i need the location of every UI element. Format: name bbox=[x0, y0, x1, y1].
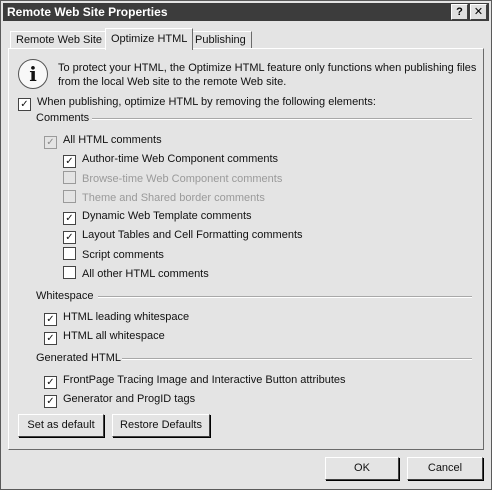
all-html-comments-label: All HTML comments bbox=[63, 134, 162, 146]
window-title: Remote Web Site Properties bbox=[7, 5, 168, 19]
optimize-html-label: When publishing, optimize HTML by removi… bbox=[37, 96, 376, 108]
ok-button[interactable]: OK bbox=[325, 457, 399, 480]
tab-publishing[interactable]: Publishing bbox=[189, 31, 252, 49]
all-html-comments-option[interactable]: ✓ All HTML comments bbox=[44, 133, 162, 149]
theme-border-comments-option[interactable]: Theme and Shared border comments bbox=[63, 190, 265, 204]
checkbox-other-comments[interactable] bbox=[63, 266, 76, 279]
tracing-image-label: FrontPage Tracing Image and Interactive … bbox=[63, 374, 346, 386]
checkbox-optimize-html[interactable]: ✓ bbox=[18, 98, 31, 111]
theme-border-comments-label: Theme and Shared border comments bbox=[82, 192, 265, 204]
generated-html-group-divider bbox=[122, 358, 472, 360]
author-time-comments-label: Author-time Web Component comments bbox=[82, 153, 279, 165]
checkbox-all-html-comments[interactable]: ✓ bbox=[44, 136, 57, 149]
set-as-default-button[interactable]: Set as default bbox=[18, 414, 104, 437]
whitespace-group-divider bbox=[98, 296, 472, 298]
comments-group-title: Comments bbox=[36, 112, 90, 124]
browse-time-comments-option[interactable]: Browse-time Web Component comments bbox=[63, 171, 282, 185]
title-bar: Remote Web Site Properties ? ✕ bbox=[3, 3, 489, 21]
author-time-comments-option[interactable]: ✓ Author-time Web Component comments bbox=[63, 152, 279, 168]
other-comments-label: All other HTML comments bbox=[82, 268, 209, 280]
optimize-html-option[interactable]: ✓ When publishing, optimize HTML by remov… bbox=[18, 95, 376, 111]
checkbox-all-whitespace[interactable]: ✓ bbox=[44, 332, 57, 345]
generated-html-group-title: Generated HTML bbox=[36, 352, 121, 364]
generator-tags-label: Generator and ProgID tags bbox=[63, 393, 196, 405]
help-button[interactable]: ? bbox=[451, 4, 468, 20]
comments-group-divider bbox=[92, 118, 472, 120]
info-icon: i bbox=[18, 59, 48, 89]
all-whitespace-option[interactable]: ✓ HTML all whitespace bbox=[44, 329, 165, 345]
checkbox-leading-whitespace[interactable]: ✓ bbox=[44, 313, 57, 326]
checkbox-dwt-comments[interactable]: ✓ bbox=[63, 212, 76, 225]
leading-whitespace-option[interactable]: ✓ HTML leading whitespace bbox=[44, 310, 190, 326]
script-comments-option[interactable]: Script comments bbox=[63, 247, 164, 261]
checkbox-author-time-comments[interactable]: ✓ bbox=[63, 155, 76, 168]
tab-optimize-html[interactable]: Optimize HTML bbox=[105, 28, 194, 50]
layout-tables-comments-option[interactable]: ✓ Layout Tables and Cell Formatting comme… bbox=[63, 228, 303, 244]
leading-whitespace-label: HTML leading whitespace bbox=[63, 311, 190, 323]
dwt-comments-option[interactable]: ✓ Dynamic Web Template comments bbox=[63, 209, 252, 225]
cancel-button[interactable]: Cancel bbox=[407, 457, 483, 480]
all-whitespace-label: HTML all whitespace bbox=[63, 330, 165, 342]
browse-time-comments-label: Browse-time Web Component comments bbox=[82, 173, 283, 185]
restore-defaults-button[interactable]: Restore Defaults bbox=[112, 414, 210, 437]
tracing-image-option[interactable]: ✓ FrontPage Tracing Image and Interactive… bbox=[44, 373, 346, 389]
layout-tables-comments-label: Layout Tables and Cell Formatting commen… bbox=[82, 229, 303, 241]
generator-tags-option[interactable]: ✓ Generator and ProgID tags bbox=[44, 392, 196, 408]
checkbox-theme-border-comments[interactable] bbox=[63, 190, 76, 203]
checkbox-script-comments[interactable] bbox=[63, 247, 76, 260]
checkbox-tracing-image[interactable]: ✓ bbox=[44, 376, 57, 389]
script-comments-label: Script comments bbox=[82, 249, 164, 261]
other-comments-option[interactable]: All other HTML comments bbox=[63, 266, 209, 280]
close-button[interactable]: ✕ bbox=[470, 4, 487, 20]
whitespace-group-title: Whitespace bbox=[36, 290, 94, 302]
dwt-comments-label: Dynamic Web Template comments bbox=[82, 210, 252, 222]
tab-remote-web-site[interactable]: Remote Web Site bbox=[10, 31, 109, 49]
checkbox-browse-time-comments[interactable] bbox=[63, 171, 76, 184]
info-message: To protect your HTML, the Optimize HTML … bbox=[58, 62, 477, 88]
checkbox-layout-tables-comments[interactable]: ✓ bbox=[63, 231, 76, 244]
checkbox-generator-tags[interactable]: ✓ bbox=[44, 395, 57, 408]
